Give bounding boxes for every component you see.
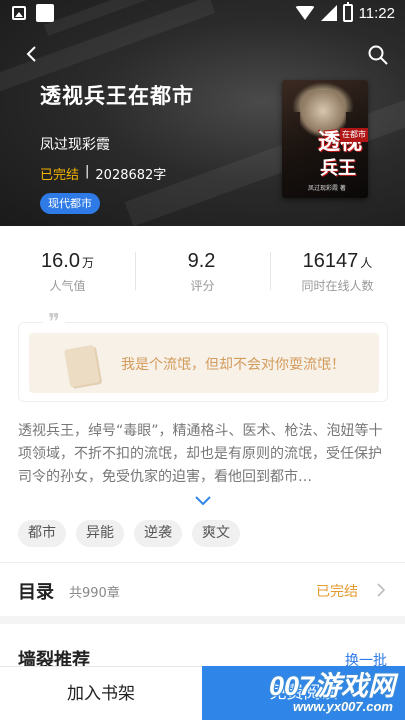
book-author[interactable]: 凤过现彩霞 <box>40 134 110 154</box>
tag-list: 都市 异能 逆袭 爽文 <box>18 520 240 547</box>
meta-separator: | <box>85 164 90 179</box>
status-time: 11:22 <box>358 4 395 22</box>
tag-item[interactable]: 异能 <box>76 520 124 547</box>
cover-title-line2: 兵王 <box>320 158 356 179</box>
quote-text: 我是个流氓，但却不会对你耍流氓！ <box>121 357 345 373</box>
stat-rating: 9.2 评分 <box>187 250 216 293</box>
search-icon[interactable] <box>367 44 389 66</box>
catalog-row[interactable]: 目录 共990章 已完结 <box>0 564 405 614</box>
completion-status: 已完结 <box>40 168 80 183</box>
app-notification-icon <box>36 4 54 22</box>
book-illustration-icon <box>63 344 101 388</box>
tag-item[interactable]: 逆袭 <box>134 520 182 547</box>
add-to-shelf-button[interactable]: 加入书架 <box>0 666 202 720</box>
bottom-action-bar: 加入书架 免费阅读 <box>0 666 405 720</box>
tag-item[interactable]: 都市 <box>18 520 66 547</box>
status-bar: 11:22 <box>0 0 405 28</box>
cover-badge: 在都市 <box>340 128 368 142</box>
cover-author: 凤过现彩霞 著 <box>308 185 346 192</box>
catalog-title: 目录 <box>18 582 54 603</box>
free-read-button[interactable]: 免费阅读 <box>202 666 405 720</box>
book-stats: 16.0 万 人气值 9.2 评分 16147 人 同时在线人数 <box>0 238 405 308</box>
catalog-status: 已完结 <box>316 584 358 600</box>
tag-item[interactable]: 爽文 <box>192 520 240 547</box>
image-notification-icon <box>12 6 26 20</box>
quote-card[interactable]: 我是个流氓，但却不会对你耍流氓！ ❞ <box>18 312 388 402</box>
signal-icon <box>320 5 337 21</box>
quote-mark-icon: ❞ <box>43 312 65 334</box>
divider <box>0 562 405 563</box>
battery-icon <box>342 2 353 22</box>
section-divider <box>0 616 405 624</box>
chapter-count: 共990章 <box>69 586 120 601</box>
book-title: 透视兵王在都市 <box>40 84 194 108</box>
back-arrow-icon[interactable] <box>22 44 42 64</box>
chevron-right-icon <box>377 583 386 597</box>
book-cover: 透视 在都市 兵王 凤过现彩霞 著 <box>282 80 368 198</box>
stat-online-readers: 16147 人 同时在线人数 <box>301 250 374 293</box>
genre-tag[interactable]: 现代都市 <box>40 193 100 214</box>
word-count: 2028682字 <box>95 168 167 183</box>
chevron-down-icon[interactable] <box>193 494 213 508</box>
stat-popularity: 16.0 万 人气值 <box>41 250 94 293</box>
wifi-icon <box>294 6 315 20</box>
book-header: 11:22 透视兵王在都市 凤过现彩霞 已完结 | 2028682字 现代都市 … <box>0 0 405 226</box>
book-meta: 已完结 | 2028682字 <box>40 164 166 183</box>
synopsis-text: 透视兵王，绰号“毒眼”，精通格斗、医术、枪法、泡妞等十项领域，不折不扣的流氓，却… <box>18 423 383 485</box>
